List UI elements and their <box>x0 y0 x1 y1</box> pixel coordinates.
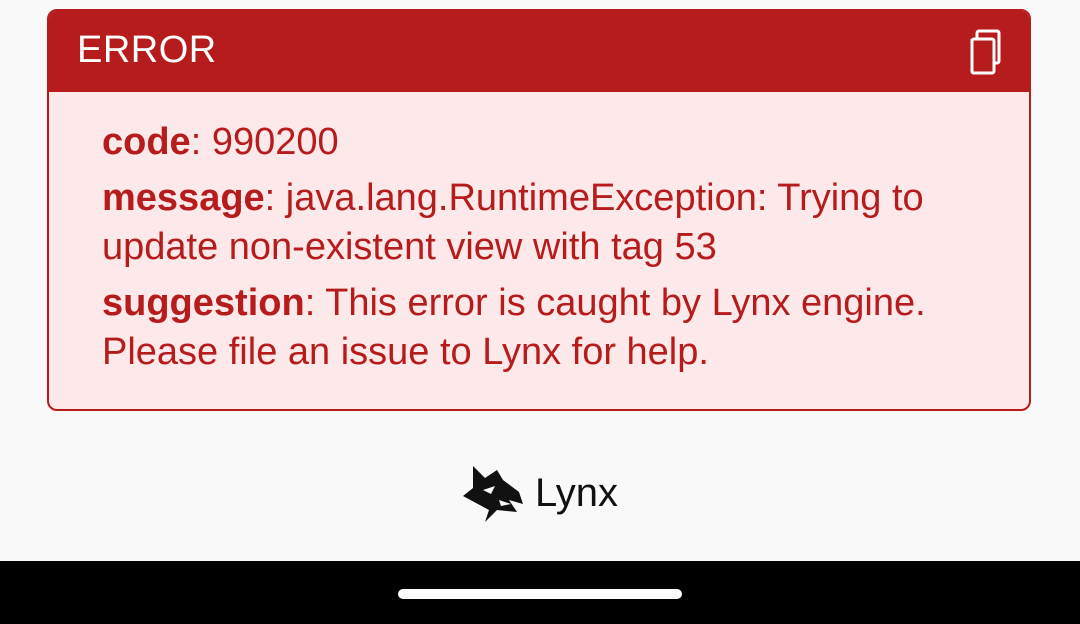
error-card: ERROR code: 990200 message: java.lang.Ru… <box>47 9 1031 411</box>
error-message-row: message: java.lang.RuntimeException: Try… <box>102 174 1012 272</box>
error-header: ERROR <box>49 11 1029 92</box>
brand-footer: Lynx <box>461 460 618 526</box>
error-code-value: 990200 <box>211 121 339 163</box>
error-code-separator: : <box>190 121 212 163</box>
copy-button[interactable] <box>965 28 1005 76</box>
error-suggestion-separator: : <box>304 282 326 324</box>
error-message-separator: : <box>264 177 286 219</box>
error-details: code: 990200 message: java.lang.RuntimeE… <box>102 118 1012 384</box>
lynx-logo-icon <box>463 466 523 522</box>
error-suggestion-key: suggestion <box>102 282 305 324</box>
app-content: ERROR code: 990200 message: java.lang.Ru… <box>0 0 1080 561</box>
copy-icon <box>970 29 1001 75</box>
error-message-key: message <box>102 177 265 219</box>
error-code-row: code: 990200 <box>102 118 1012 167</box>
error-code-key: code <box>102 121 191 163</box>
screen: ERROR code: 990200 message: java.lang.Ru… <box>0 0 1080 624</box>
home-indicator[interactable] <box>398 589 682 599</box>
error-title: ERROR <box>77 29 217 71</box>
error-suggestion-row: suggestion: This error is caught by Lynx… <box>102 279 1012 377</box>
system-navigation-bar <box>0 561 1080 624</box>
brand-name: Lynx <box>535 471 619 515</box>
